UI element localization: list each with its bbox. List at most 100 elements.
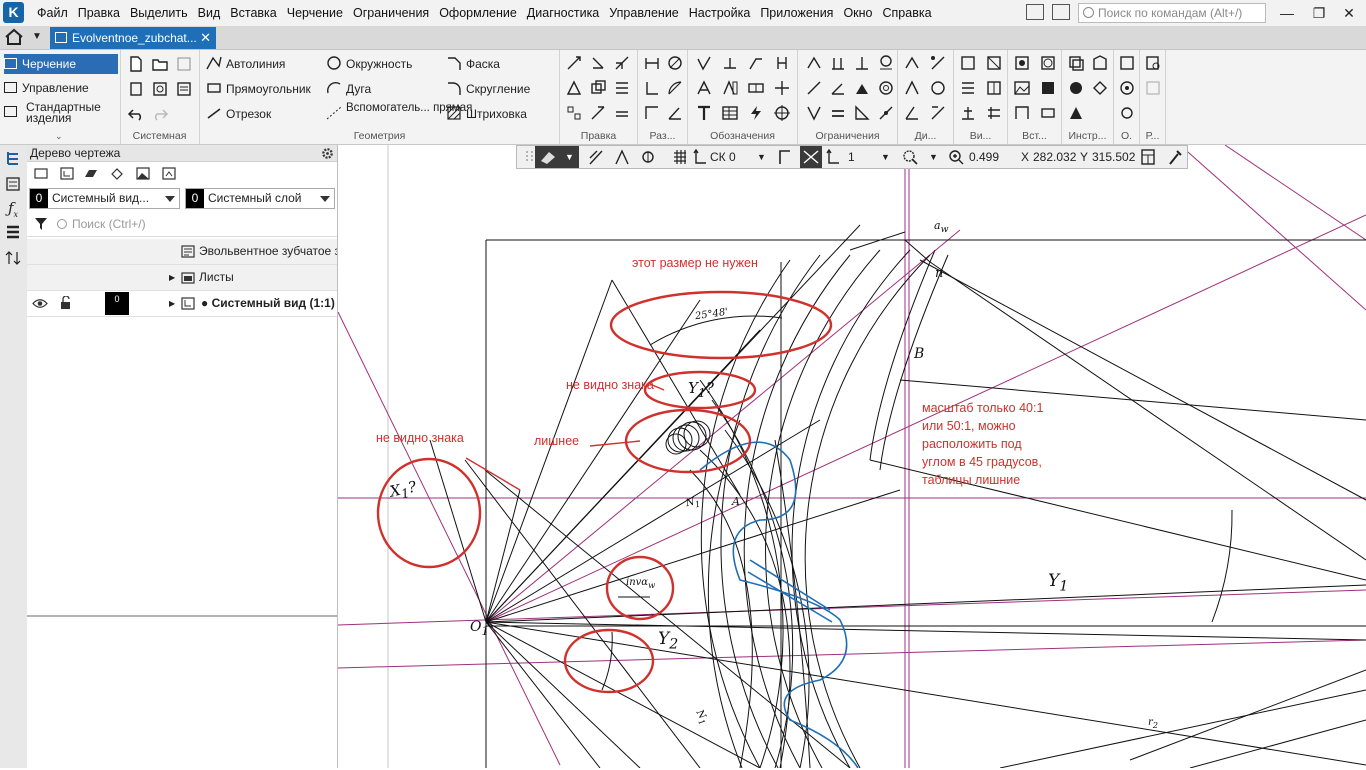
mark-icon[interactable]	[772, 79, 792, 97]
projection-view-icon[interactable]	[958, 104, 978, 122]
chamfer-icon[interactable]	[444, 54, 464, 72]
zoom-window-icon[interactable]	[901, 146, 919, 168]
array-icon[interactable]	[564, 104, 584, 122]
layers-list-icon[interactable]	[4, 223, 22, 241]
menu-control[interactable]: Управление	[604, 0, 684, 26]
arrow-view-icon[interactable]	[984, 79, 1004, 97]
visibility-eye-icon[interactable]	[32, 298, 48, 309]
ordinate-dim-icon[interactable]	[642, 79, 662, 97]
tree-search-input[interactable]: Поиск (Ctrl+/)	[57, 214, 335, 234]
layer-select[interactable]: 0 Системный слой	[185, 188, 335, 209]
hatch-icon[interactable]	[444, 104, 464, 122]
deform-icon[interactable]	[588, 104, 608, 122]
angle-snap-icon[interactable]	[777, 146, 793, 168]
mirror-icon[interactable]	[564, 79, 584, 97]
mode-standard-parts[interactable]: Стандартные изделия	[4, 101, 104, 124]
tool-chamfer[interactable]: Фаска	[466, 57, 500, 71]
zoom-window-chevron-icon[interactable]: ▼	[929, 146, 938, 168]
tool-fillet[interactable]: Скругление	[466, 82, 530, 96]
trim-icon[interactable]	[612, 79, 632, 97]
tool-segment[interactable]: Отрезок	[226, 107, 271, 121]
concentric-icon[interactable]	[876, 79, 896, 97]
fullscreen-icon[interactable]	[1052, 4, 1070, 20]
tree-view-objects-icon[interactable]	[109, 166, 125, 181]
diameter-dim-icon[interactable]	[665, 54, 685, 72]
menu-select[interactable]: Выделить	[125, 0, 193, 26]
menu-insert[interactable]: Вставка	[225, 0, 281, 26]
vertical-constraint-icon[interactable]	[828, 54, 848, 72]
minimize-button[interactable]: —	[1276, 3, 1298, 23]
segment-icon[interactable]	[204, 104, 224, 122]
properties-panel-icon[interactable]	[4, 175, 22, 193]
snap-mode-button[interactable]: ▼	[535, 146, 579, 168]
lightning-icon[interactable]	[746, 104, 766, 122]
tool-autoline[interactable]: Автолиния	[226, 57, 285, 71]
tree-row-document[interactable]: Эвольвентное зубчатое з	[27, 239, 337, 265]
fillet-icon[interactable]	[444, 79, 464, 97]
close-tab-icon[interactable]: ✕	[200, 27, 211, 49]
close-window-button[interactable]: ✕	[1338, 3, 1360, 23]
menu-settings[interactable]: Настройка	[684, 0, 756, 26]
command-search-input[interactable]: Поиск по командам (Alt+/)	[1078, 3, 1266, 23]
break-icon[interactable]	[612, 104, 632, 122]
arc-icon[interactable]	[324, 79, 344, 97]
text-t-icon[interactable]	[694, 104, 714, 122]
ortho-icon[interactable]	[587, 146, 605, 168]
view-select[interactable]: 0 Системный вид...	[29, 188, 180, 209]
attributes-icon[interactable]	[1090, 79, 1110, 97]
tree-view-layers-icon[interactable]	[83, 166, 99, 181]
menu-constraints[interactable]: Ограничения	[348, 0, 434, 26]
move-icon[interactable]	[564, 54, 584, 72]
format-icon[interactable]	[1117, 54, 1137, 72]
insert-fragment-icon[interactable]	[1012, 54, 1032, 72]
expand-sheets-icon[interactable]: ▶	[169, 265, 175, 290]
tool-arc[interactable]: Дуга	[346, 82, 371, 96]
circle-icon[interactable]	[324, 54, 344, 72]
report-settings-icon[interactable]	[1143, 79, 1163, 97]
mode-drawing[interactable]: Черчение	[4, 54, 118, 74]
position-icon[interactable]	[772, 54, 792, 72]
rectangle-icon[interactable]	[204, 79, 224, 97]
tree-panel-icon[interactable]	[4, 149, 22, 167]
app-logo-icon[interactable]: K	[3, 2, 24, 23]
slope-icon[interactable]	[852, 104, 872, 122]
center-mark-icon[interactable]	[772, 104, 792, 122]
filter-funnel-icon[interactable]	[34, 217, 48, 231]
insert-library-icon[interactable]	[1012, 104, 1032, 122]
zoom-icon[interactable]	[947, 146, 965, 168]
document-tab[interactable]: Evolventnoe_zubchat... ✕	[50, 27, 216, 49]
tool-hatch[interactable]: Штриховка	[466, 107, 527, 121]
curve-length-icon[interactable]	[902, 79, 922, 97]
step-chevron-icon[interactable]: ▼	[881, 146, 890, 168]
drawing-canvas[interactable]: n 25°48' aw B Y1? X1? invαw O1 Y1 Y2 N1 …	[338, 145, 1366, 768]
tree-view-structure-icon[interactable]	[59, 166, 75, 181]
scale-icon[interactable]	[612, 54, 632, 72]
menu-window[interactable]: Окно	[838, 0, 877, 26]
table-icon[interactable]	[720, 104, 740, 122]
tree-view-sheet-icon[interactable]	[161, 166, 177, 181]
open-folder-icon[interactable]	[150, 55, 170, 73]
measure-icon[interactable]	[902, 54, 922, 72]
menu-edit[interactable]: Правка	[73, 0, 125, 26]
spiral-icon[interactable]	[1117, 79, 1137, 97]
expand-view-icon[interactable]: ▶	[169, 291, 175, 316]
library-icon[interactable]	[1090, 54, 1110, 72]
local-view-icon[interactable]	[958, 79, 978, 97]
restore-button[interactable]: ❐	[1308, 3, 1330, 23]
perpendicular-icon[interactable]	[852, 54, 872, 72]
menu-applications[interactable]: Приложения	[755, 0, 838, 26]
rough-icon[interactable]	[694, 54, 714, 72]
menu-diagnostics[interactable]: Диагностика	[522, 0, 604, 26]
variables-fx-icon[interactable]: ƒx	[4, 199, 22, 219]
coordinate-system-icon[interactable]	[693, 146, 707, 168]
area-icon[interactable]	[928, 79, 948, 97]
home-icon[interactable]	[4, 28, 24, 46]
text-a-icon[interactable]	[694, 79, 714, 97]
tolerance-icon[interactable]	[746, 79, 766, 97]
panel-settings-gear-icon[interactable]	[321, 147, 334, 160]
panel-layout-icon[interactable]	[1026, 4, 1044, 20]
print-icon[interactable]	[126, 80, 146, 98]
chain-dim-icon[interactable]	[642, 104, 662, 122]
insert-macro-icon[interactable]	[1038, 104, 1058, 122]
variables-icon[interactable]	[1066, 79, 1086, 97]
